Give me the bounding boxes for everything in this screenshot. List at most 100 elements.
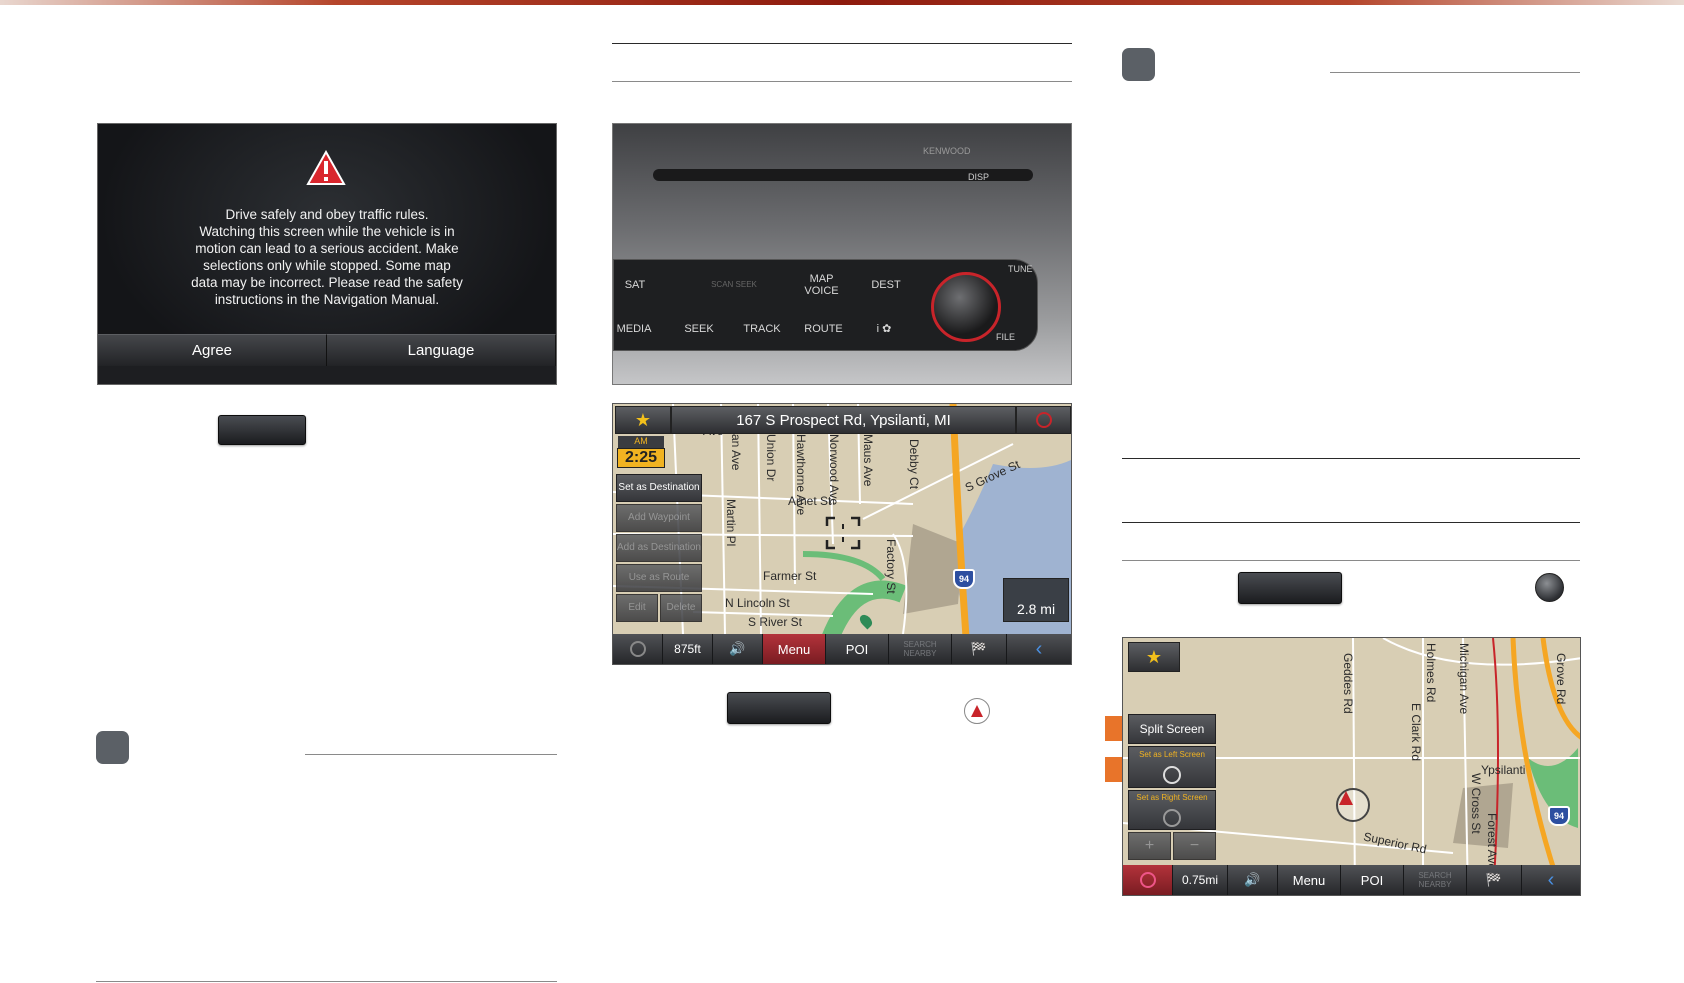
tune-knob[interactable] [931,272,1001,342]
track-button[interactable]: TRACK [737,323,787,335]
dest-button[interactable]: DEST [866,279,906,291]
map-key-graphic [1535,573,1564,602]
street-label: Michigan Ave [1457,643,1471,715]
street-label: N Lincoln St [725,596,790,610]
street-label: Factory St [884,539,898,594]
warning-footer [98,366,556,384]
volume-button[interactable]: 🔊 [1228,865,1278,895]
street-label: Hawthorne Ave [794,434,808,516]
brand-label: KENWOOD [923,146,971,156]
compass-small-icon [629,641,646,657]
safety-warning-screen: Drive safely and obey traffic rules. Wat… [97,123,557,385]
favorites-star-button[interactable]: ★ [1128,642,1180,672]
speaker-icon: 🔊 [729,641,746,656]
menu-button[interactable]: Menu [763,634,826,664]
street-label: Maus Ave [861,434,875,487]
menu-key-graphic [727,692,831,724]
language-button[interactable]: Language [327,334,556,366]
street-label: W Cross St [1469,773,1483,834]
agree-key-graphic [218,415,306,445]
section-rule-b [1122,522,1580,523]
route-flag-button[interactable]: 🏁 [952,634,1007,664]
map-screen-2: Geddes Rd E Clark Rd Holmes Rd Michigan … [1122,637,1581,896]
add-waypoint-button[interactable]: Add Waypoint [616,504,702,532]
street-label: S River St [748,615,803,629]
street-label: Ypsilanti [1481,763,1526,777]
current-position-icon [964,698,990,724]
poi-button[interactable]: POI [826,634,889,664]
address-bar: 167 S Prospect Rd, Ypsilanti, MI [671,406,1016,434]
agree-button[interactable]: Agree [98,334,327,366]
menu-key-graphic-2 [1238,572,1342,604]
am-pm-label: AM [618,436,664,448]
compass-button[interactable] [1016,406,1071,434]
search-nearby-button[interactable]: SEARCH NEARBY [889,634,952,664]
zoom-in-button[interactable]: + [1128,832,1171,860]
back-arrow-icon: ‹ [1035,637,1043,660]
menu-button[interactable]: Menu [1278,865,1341,895]
compass-small-icon [1163,809,1181,827]
tune-label: TUNE [1008,264,1033,274]
scale-label[interactable]: 875ft [663,634,713,664]
distance-panel: 2.8 mi [1003,578,1069,622]
seek-button[interactable]: SEEK [674,323,724,335]
route-button[interactable]: ROUTE [801,323,846,335]
checkered-flag-icon: 🏁 [1485,872,1503,887]
head-unit-photo: KENWOOD DISP SAT SCAN SEEK MAP VOICE DES… [612,123,1072,385]
volume-button[interactable]: 🔊 [713,634,763,664]
media-button[interactable]: MEDIA [614,323,654,335]
top-accent-bar [0,0,1684,5]
split-screen-button[interactable]: Split Screen [1128,714,1216,744]
street-label: Grove Rd [1554,653,1568,705]
edit-button[interactable]: Edit [616,594,658,622]
disp-button[interactable]: DISP [968,172,989,182]
note-rule [305,754,557,755]
use-as-route-button[interactable]: Use as Route [616,564,702,592]
scale-label[interactable]: 0.75mi [1173,865,1228,895]
street-label: Norwood Ave [827,434,841,506]
zoom-out-button[interactable]: − [1173,832,1216,860]
view-toggle-button[interactable] [1123,865,1173,895]
tip-rule [1330,72,1580,73]
set-as-destination-button[interactable]: Set as Destination [616,474,702,502]
interstate-shield: 94 [953,569,975,589]
bottom-rule [96,981,557,982]
file-label: FILE [996,332,1016,342]
map-screen-1: Ave Martin Pl Arnet St Farmer St N Linco… [612,403,1072,665]
set-as-right-screen-button[interactable]: Set as Right Screen [1128,790,1216,830]
map-1-bottom-bar: 875ft 🔊 Menu POI SEARCH NEARBY 🏁 ‹ [613,634,1071,664]
clock-time: 2:25 [617,448,665,468]
compass-small-icon [1139,872,1156,888]
compass-small-icon [1163,766,1181,784]
street-label: Martin Pl [724,499,738,547]
checkered-flag-icon: 🏁 [970,641,988,656]
interstate-shield: 94 [1548,806,1570,826]
vehicle-position-icon [1336,788,1370,822]
street-label: Farmer St [763,569,817,583]
route-flag-button[interactable]: 🏁 [1467,865,1522,895]
delete-button[interactable]: Delete [660,594,702,622]
map-voice-button[interactable]: MAP VOICE [799,273,844,297]
back-button[interactable]: ‹ [1007,634,1071,664]
street-label: Forest Ave [1485,813,1499,871]
search-nearby-button[interactable]: SEARCH NEARBY [1404,865,1467,895]
add-as-destination-button[interactable]: Add as Destination [616,534,702,562]
view-toggle-button[interactable] [613,634,663,664]
back-button[interactable]: ‹ [1522,865,1580,895]
street-label: Debby Ct [907,439,921,490]
warning-triangle-icon [306,150,346,185]
set-right-label: Set as Right Screen [1136,793,1208,802]
poi-button[interactable]: POI [1341,865,1404,895]
tip-badge [1122,48,1155,81]
section-rule-bottom [612,81,1072,82]
section-rule-c [1122,560,1580,561]
info-settings-button[interactable]: i ✿ [869,323,899,335]
favorites-star-button[interactable]: ★ [615,406,671,434]
compass-icon [1035,412,1052,428]
street-label: Holmes Rd [1424,643,1438,703]
street-label: E Clark Rd [1409,703,1423,762]
set-as-left-screen-button[interactable]: Set as Left Screen [1128,746,1216,788]
section-rule-a [1122,458,1580,459]
street-label: Union Dr [764,434,778,482]
sat-button[interactable]: SAT [620,279,650,291]
